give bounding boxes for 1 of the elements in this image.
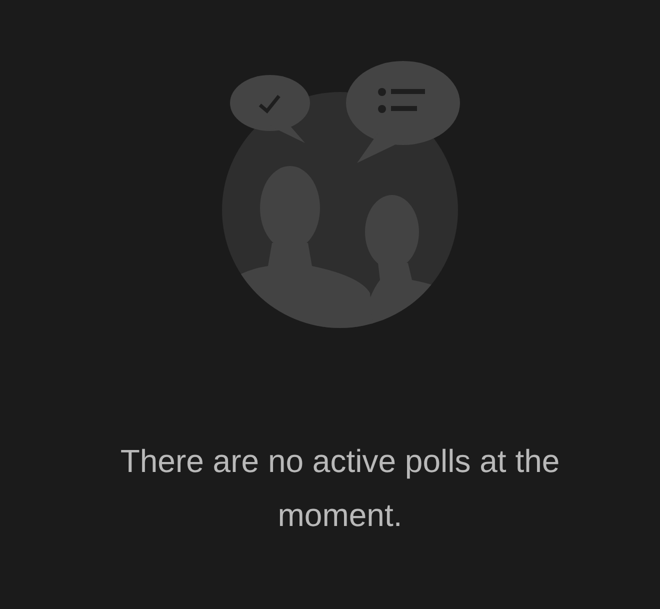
empty-state-message: There are no active polls at the moment. <box>119 442 561 535</box>
